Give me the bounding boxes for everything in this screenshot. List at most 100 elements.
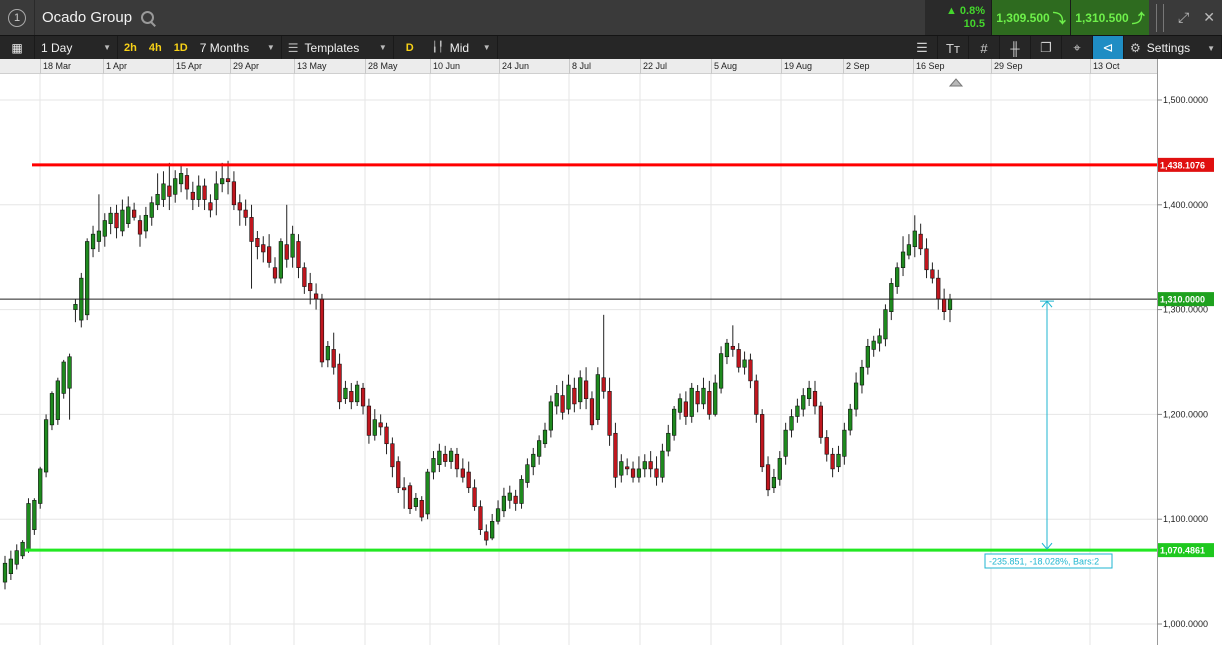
candle-body [225, 178, 231, 183]
candle-body [73, 304, 78, 310]
candle-body [754, 380, 759, 415]
candle-body [61, 361, 66, 394]
candle-body [877, 335, 882, 344]
candle-body [355, 384, 360, 403]
candle-body [448, 450, 454, 462]
candle-body [636, 468, 642, 478]
candle-body [2, 562, 8, 583]
candle-body [261, 244, 266, 253]
candle-body [724, 342, 730, 358]
candle-body [736, 349, 741, 368]
candle-body [789, 416, 794, 431]
candle-body [178, 173, 184, 185]
candle-body [396, 461, 401, 489]
candle-body [214, 183, 219, 200]
candle-body [272, 267, 278, 279]
candle-body [184, 175, 190, 190]
candle-body [384, 426, 389, 445]
candle-body [349, 391, 354, 403]
candle-body [625, 466, 630, 470]
candle-body [718, 353, 724, 389]
candle-body [683, 401, 688, 417]
candle-body [818, 405, 823, 438]
candle-body [14, 550, 19, 565]
candle-body [114, 212, 119, 229]
candle-body [161, 183, 166, 200]
candle-body [478, 506, 483, 530]
candle-body [413, 497, 418, 507]
candle-body [443, 453, 448, 462]
candle-body [308, 283, 313, 292]
candle-body [302, 267, 307, 287]
support-tag: 1,070.4861 [1160, 546, 1205, 556]
candle-body [883, 309, 888, 340]
candle-body [460, 468, 465, 478]
candle-body [90, 233, 96, 250]
price-tick-label: 1,500.0000 [1163, 95, 1208, 105]
candle-body [630, 468, 636, 478]
candle-body [26, 503, 31, 551]
candle-body [431, 458, 436, 473]
candle-body [583, 380, 589, 399]
candle-body [278, 241, 283, 279]
candle-body [730, 345, 735, 350]
candle-body [836, 453, 841, 468]
candle-body [859, 366, 865, 386]
candle-body [824, 437, 829, 455]
candle-body [924, 248, 929, 271]
candle-body [466, 471, 471, 489]
candle-body [889, 283, 894, 312]
candle-body [437, 450, 442, 466]
candle-body [801, 395, 806, 410]
candle-body [595, 374, 600, 420]
candle-body [672, 408, 677, 436]
candle-body [918, 233, 923, 250]
candle-body [343, 387, 348, 399]
candle-body [190, 191, 195, 200]
candle-body [936, 277, 941, 300]
candle-body [67, 356, 72, 389]
candle-body [32, 500, 37, 530]
candle-body [472, 487, 477, 507]
candle-body [366, 405, 372, 436]
candle-body [701, 387, 706, 405]
candle-body [143, 214, 148, 232]
candle-body [290, 233, 295, 258]
price-chart[interactable]: 1,500.00001,400.00001,300.00001,200.0000… [0, 0, 1222, 645]
candle-body [771, 476, 777, 489]
candle-body [208, 202, 213, 211]
candle-body [560, 395, 565, 413]
candle-body [947, 298, 953, 310]
candle-body [507, 492, 512, 501]
candle-body [513, 495, 518, 504]
candle-body [313, 293, 319, 300]
candle-body [848, 408, 853, 431]
candle-body [96, 230, 102, 242]
candle-body [108, 212, 113, 224]
candle-body [613, 432, 618, 478]
candle-body [202, 185, 207, 200]
price-tick-label: 1,400.0000 [1163, 200, 1208, 210]
candle-body [360, 387, 366, 407]
candle-body [55, 380, 60, 420]
candle-body [331, 349, 336, 368]
candle-body [660, 450, 665, 478]
candle-body [249, 217, 254, 242]
candle-body [578, 377, 583, 403]
candle-body [648, 461, 653, 470]
candle-body [267, 246, 272, 263]
candle-body [748, 359, 753, 382]
candle-body [490, 520, 495, 539]
candle-body [942, 298, 947, 312]
candle-body [167, 185, 172, 197]
candle-body [566, 384, 571, 410]
candle-body [419, 500, 424, 518]
candle-body [378, 422, 383, 428]
candle-body [519, 479, 524, 504]
candle-body [43, 419, 49, 473]
candle-body [842, 429, 847, 457]
candle-body [255, 238, 260, 248]
candle-body [812, 391, 818, 407]
candle-body [783, 429, 788, 457]
resistance-tag: 1,438.1076 [1160, 160, 1205, 170]
